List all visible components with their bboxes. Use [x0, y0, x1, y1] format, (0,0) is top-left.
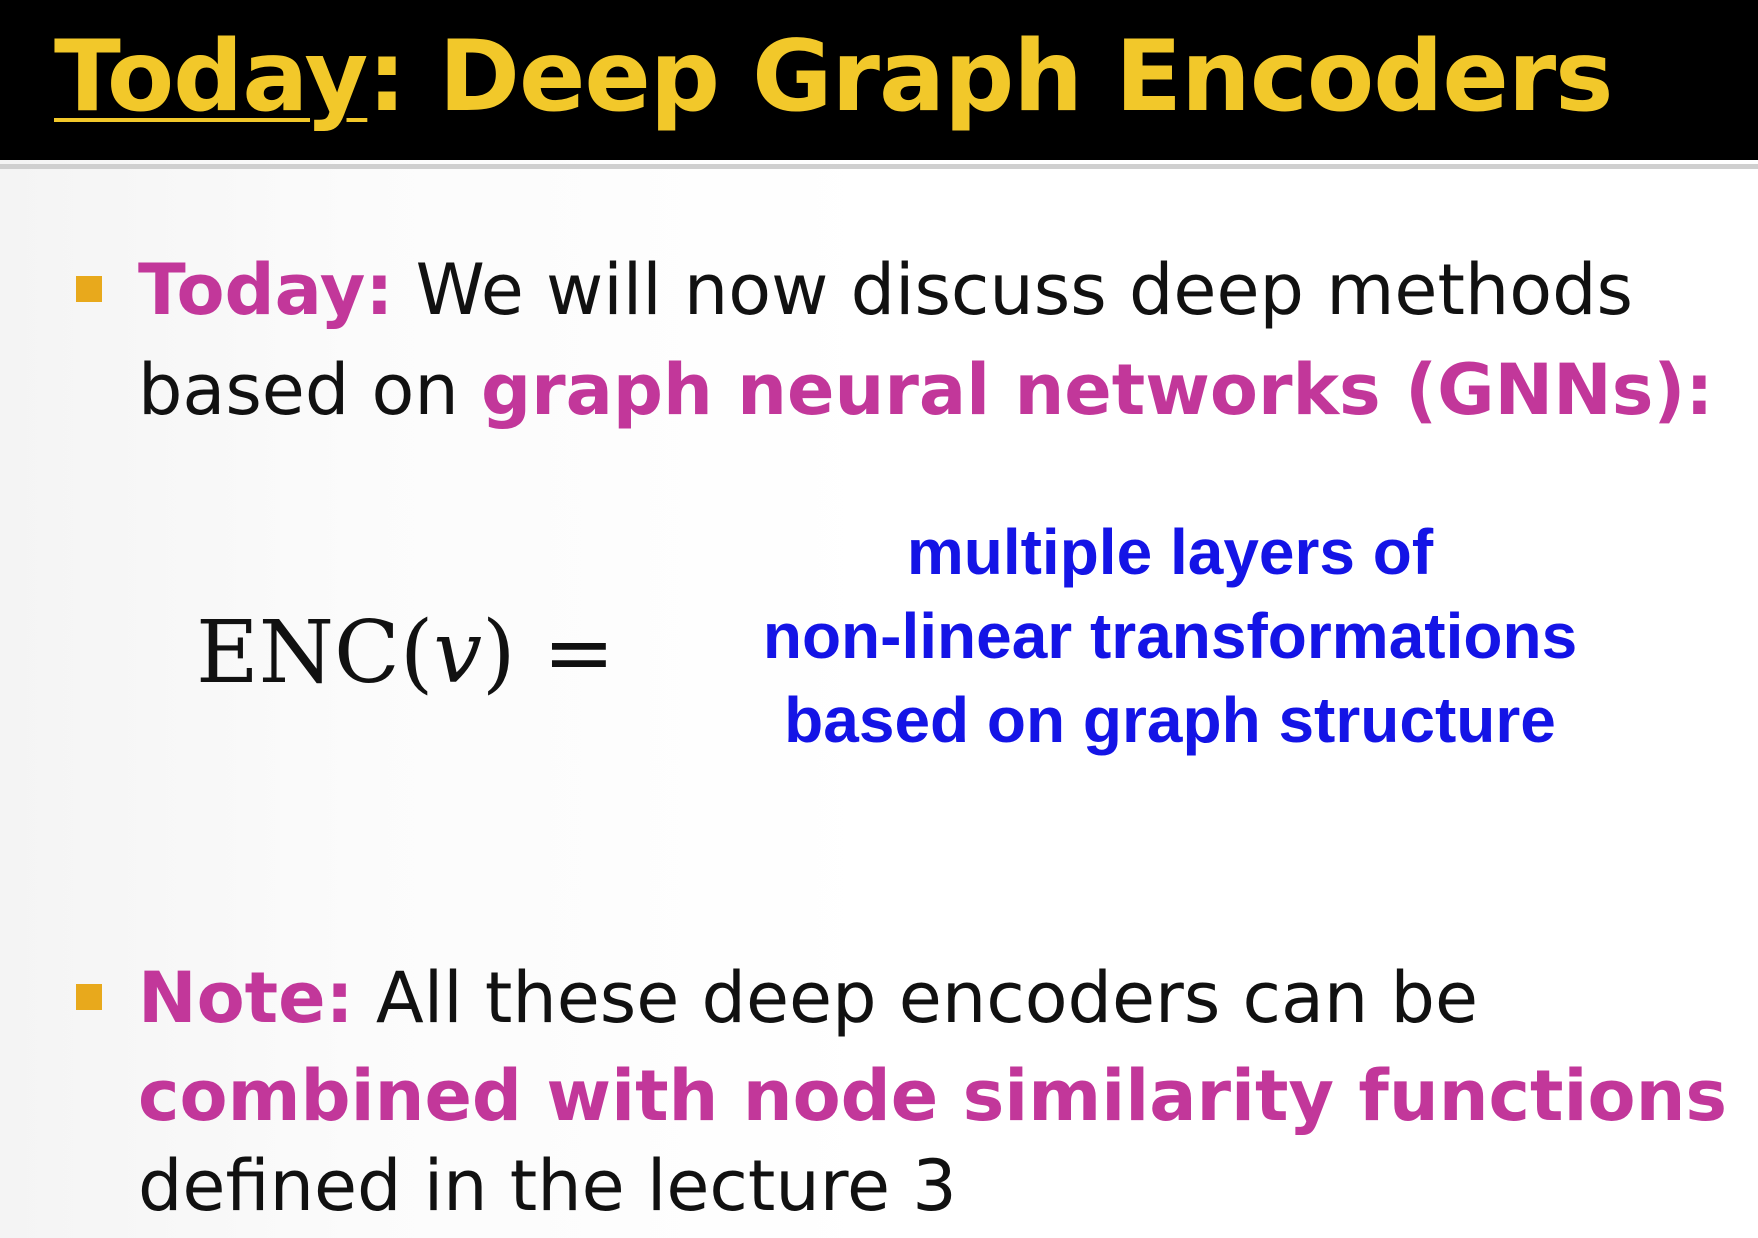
bullet-2-line-2: combined with node similarity functions [138, 1046, 1727, 1146]
bullet-1-line-1: Today: We will now discuss deep methods [138, 240, 1633, 340]
bullet-1-text-2: based on [138, 349, 481, 431]
bullet-2-text: All these deep encoders can be [353, 957, 1479, 1039]
bullet-1-emphasis: graph neural networks (GNNs): [481, 349, 1714, 431]
definition-line-1: multiple layers of [906, 516, 1434, 588]
bullet-1-text: We will now discuss deep methods [393, 249, 1634, 331]
title-divider [0, 164, 1758, 169]
bullet-2-line-3: defined in the lecture 3 [138, 1136, 957, 1236]
title-underlined-word: Today [54, 20, 368, 134]
definition-line-3: based on graph structure [784, 684, 1556, 756]
formula-close-paren: ) [482, 603, 516, 703]
bullet-1-line-2: based on graph neural networks (GNNs): [138, 340, 1713, 440]
formula-open-paren: ( [399, 603, 434, 703]
bullet-2-text-2: defined in the lecture 3 [138, 1145, 957, 1227]
bullet-1-lead: Today: [138, 249, 394, 331]
bullet-marker [76, 276, 102, 302]
formula-variable: v [433, 603, 482, 703]
formula-function: ENC [196, 603, 400, 703]
bullet-2-emphasis: combined with node similarity functions [138, 1055, 1728, 1137]
bullet-2-line-1: Note: All these deep encoders can be [138, 948, 1478, 1048]
title-rest: : Deep Graph Encoders [367, 20, 1613, 134]
definition-line-2: non-linear transformations [762, 600, 1578, 672]
encoder-definition: multiple layers of non-linear transforma… [700, 510, 1640, 762]
bullet-2-lead: Note: [138, 957, 354, 1039]
formula-equals: = [515, 603, 615, 703]
slide: Today: Deep Graph Encoders Today: We wil… [0, 0, 1758, 1238]
bullet-marker [76, 984, 102, 1010]
slide-title: Today: Deep Graph Encoders [54, 14, 1614, 140]
encoder-formula: ENC(v) = [196, 598, 615, 708]
